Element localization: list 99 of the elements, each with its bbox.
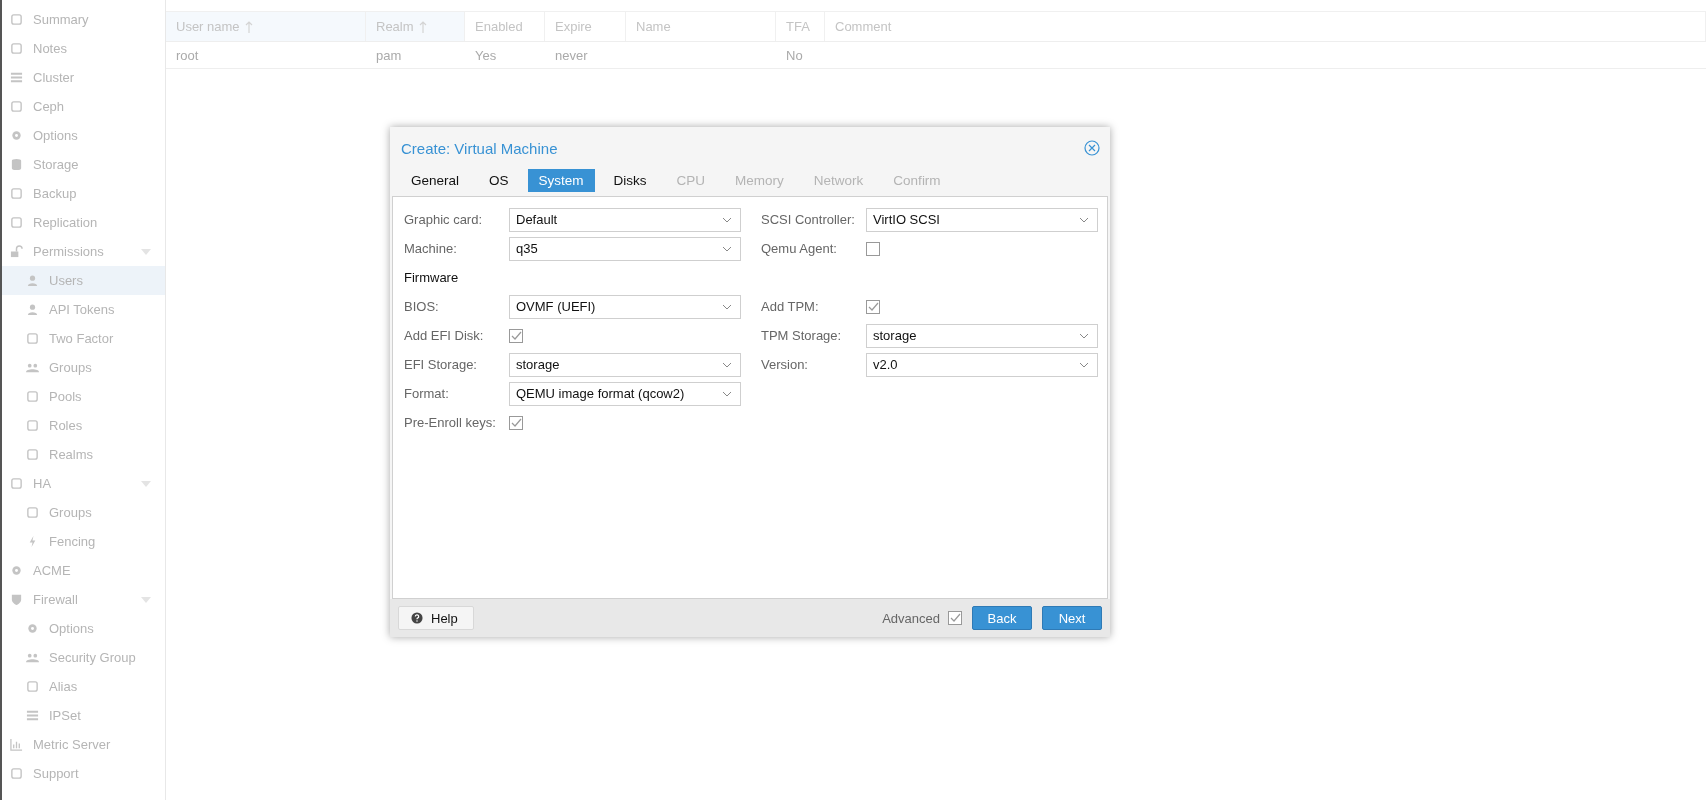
sidebar-item[interactable]: Realms bbox=[2, 440, 165, 469]
chevron-down-icon bbox=[722, 216, 732, 223]
gear-icon bbox=[26, 622, 39, 635]
sidebar-item[interactable]: Groups bbox=[2, 498, 165, 527]
chevron-down-icon bbox=[1079, 361, 1089, 368]
checkbox[interactable] bbox=[509, 415, 523, 430]
table-cell: pam bbox=[376, 47, 402, 63]
field-label: Add TPM: bbox=[761, 299, 820, 314]
sidebar-item[interactable]: Alias bbox=[2, 672, 165, 701]
dropdown-field[interactable]: q35 bbox=[509, 236, 741, 261]
dropdown-field[interactable]: VirtIO SCSI bbox=[866, 207, 1098, 232]
sidebar-item[interactable]: API Tokens bbox=[2, 295, 165, 324]
advanced-label: Advanced bbox=[882, 610, 940, 626]
table-cell: No bbox=[786, 47, 803, 63]
db-icon bbox=[10, 158, 23, 171]
sidebar-item[interactable]: Firewall bbox=[2, 585, 165, 614]
field-label: Add EFI Disk: bbox=[404, 328, 485, 343]
sidebar-item[interactable]: Notes bbox=[2, 34, 165, 63]
field-label: EFI Storage: bbox=[404, 357, 478, 372]
sidebar-item[interactable]: Options bbox=[2, 614, 165, 643]
shield-icon bbox=[10, 593, 23, 606]
sidebar-item[interactable]: Groups bbox=[2, 353, 165, 382]
field-label: Format: bbox=[404, 386, 450, 401]
table-cell: root bbox=[176, 47, 199, 63]
chevron-down-icon bbox=[1079, 216, 1089, 223]
tab[interactable]: OS bbox=[478, 169, 520, 192]
dropdown-field[interactable]: Default bbox=[509, 207, 741, 232]
field-label: Qemu Agent: bbox=[761, 241, 838, 256]
dropdown-field[interactable]: OVMF (UEFI) bbox=[509, 294, 741, 319]
gear-icon bbox=[10, 129, 23, 142]
field-label: Version: bbox=[761, 357, 809, 372]
chart-icon bbox=[10, 738, 23, 751]
sidebar-item[interactable]: Support bbox=[2, 759, 165, 788]
sidebar-item[interactable]: Storage bbox=[2, 150, 165, 179]
sidebar-item[interactable]: Roles bbox=[2, 411, 165, 440]
chevron-down-icon bbox=[1079, 332, 1089, 339]
checkbox[interactable] bbox=[866, 299, 880, 314]
question-icon bbox=[411, 612, 423, 624]
column-header[interactable]: Name bbox=[626, 12, 776, 41]
sidebar-item[interactable]: Pools bbox=[2, 382, 165, 411]
users-icon bbox=[26, 361, 39, 374]
list-icon bbox=[26, 709, 39, 722]
column-header[interactable]: Expire bbox=[545, 12, 626, 41]
chevron-down-icon bbox=[722, 361, 732, 368]
field-label: TPM Storage: bbox=[761, 328, 843, 343]
sidebar-item[interactable]: HA bbox=[2, 469, 165, 498]
sidebar-item[interactable]: Cluster bbox=[2, 63, 165, 92]
tab[interactable]: System bbox=[527, 169, 595, 192]
sidebar-item[interactable]: Two Factor bbox=[2, 324, 165, 353]
close-icon[interactable] bbox=[1084, 140, 1100, 156]
list-icon bbox=[10, 71, 23, 84]
user-icon bbox=[26, 274, 39, 287]
sort-arrow-icon bbox=[244, 20, 253, 33]
table-cell: Yes bbox=[475, 47, 497, 63]
chevron-down-icon bbox=[722, 245, 732, 252]
sidebar-item[interactable]: Metric Server bbox=[2, 730, 165, 759]
lock-icon bbox=[10, 245, 23, 258]
sort-arrow-icon bbox=[418, 20, 427, 33]
field-label: SCSI Controller: bbox=[761, 212, 856, 227]
sidebar-item[interactable]: IPSet bbox=[2, 701, 165, 730]
back-button[interactable]: Back bbox=[972, 606, 1032, 630]
section-heading: Firmware bbox=[404, 270, 459, 285]
next-button[interactable]: Next bbox=[1042, 606, 1102, 630]
sidebar-item[interactable]: Replication bbox=[2, 208, 165, 237]
column-header[interactable]: TFA bbox=[776, 12, 825, 41]
user-icon bbox=[26, 303, 39, 316]
advanced-checkbox[interactable] bbox=[948, 611, 962, 625]
field-label: BIOS: bbox=[404, 299, 440, 314]
field-label: Machine: bbox=[404, 241, 458, 256]
checkbox[interactable] bbox=[509, 328, 523, 343]
sidebar-item[interactable]: Fencing bbox=[2, 527, 165, 556]
sidebar-item[interactable]: Ceph bbox=[2, 92, 165, 121]
sidebar-item[interactable]: Summary bbox=[2, 5, 165, 34]
checkbox[interactable] bbox=[866, 241, 880, 256]
sidebar-item[interactable]: Permissions bbox=[2, 237, 165, 266]
dropdown-field[interactable]: QEMU image format (qcow2) bbox=[509, 381, 741, 406]
dropdown-field[interactable]: storage bbox=[866, 323, 1098, 348]
dropdown-field[interactable]: storage bbox=[509, 352, 741, 377]
sidebar-item[interactable]: ACME bbox=[2, 556, 165, 585]
gear-icon bbox=[10, 564, 23, 577]
chevron-down-icon bbox=[722, 390, 732, 397]
sidebar-item[interactable]: Users bbox=[2, 266, 165, 295]
tab[interactable]: Disks bbox=[602, 169, 658, 192]
sidebar-item[interactable]: Backup bbox=[2, 179, 165, 208]
dialog-title: Create: Virtual Machine bbox=[401, 139, 558, 157]
users-icon bbox=[26, 651, 39, 664]
column-header[interactable]: Enabled bbox=[465, 12, 545, 41]
chevron-down-icon bbox=[722, 303, 732, 310]
dropdown-field[interactable]: v2.0 bbox=[866, 352, 1098, 377]
field-label: Pre-Enroll keys: bbox=[404, 415, 497, 430]
column-header[interactable]: Realm bbox=[366, 12, 465, 41]
help-button[interactable]: Help bbox=[398, 606, 474, 630]
tab[interactable]: General bbox=[400, 169, 471, 192]
column-header[interactable]: User name bbox=[166, 12, 366, 41]
table-cell: never bbox=[555, 47, 588, 63]
field-label: Graphic card: bbox=[404, 212, 484, 227]
sidebar-item[interactable]: Security Group bbox=[2, 643, 165, 672]
sidebar-item[interactable]: Options bbox=[2, 121, 165, 150]
column-header[interactable]: Comment bbox=[825, 12, 1706, 41]
